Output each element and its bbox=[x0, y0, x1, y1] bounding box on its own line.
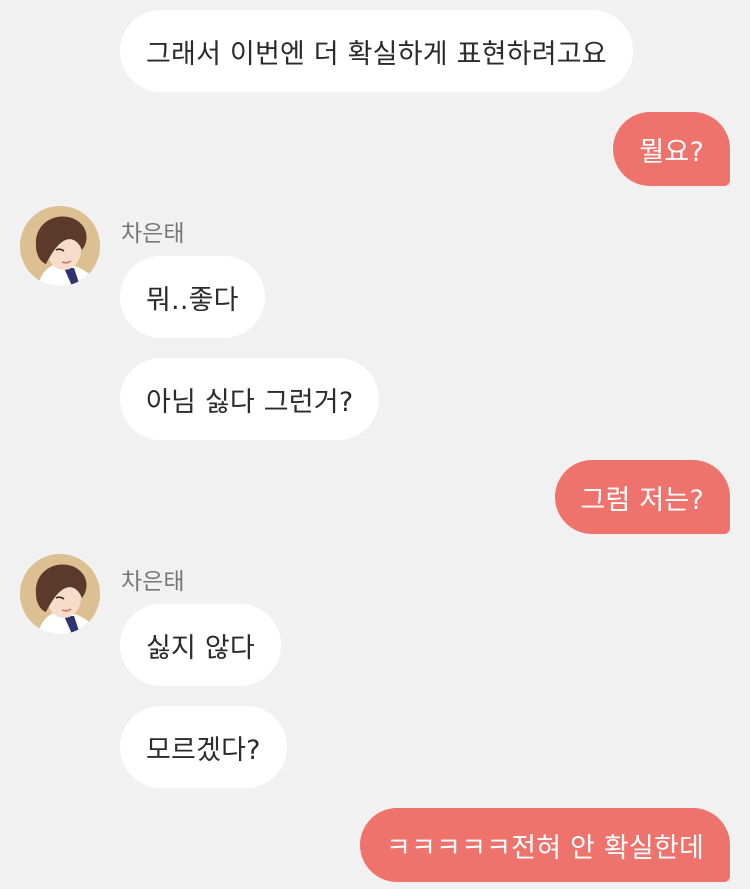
avatar[interactable] bbox=[20, 554, 100, 634]
message-bubble-sent: 뭘요? bbox=[613, 112, 730, 186]
message-bubble-received: 뭐..좋다 bbox=[120, 256, 265, 338]
message-bubble-received: 그래서 이번엔 더 확실하게 표현하려고요 bbox=[120, 10, 633, 92]
message-bubble-sent: ㅋㅋㅋㅋㅋ전혀 안 확실한데 bbox=[359, 808, 730, 882]
message-text: 아님 싫다 그런거? bbox=[146, 386, 354, 418]
avatar-illustration bbox=[20, 554, 100, 634]
message-text: 그럼 저는? bbox=[580, 484, 704, 516]
message-text: 뭐..좋다 bbox=[146, 284, 239, 316]
avatar-illustration bbox=[20, 206, 100, 286]
message-text: 뭘요? bbox=[639, 136, 704, 168]
message-bubble-sent: 그럼 저는? bbox=[554, 460, 730, 534]
sender-name: 차은태 bbox=[121, 221, 185, 247]
message-text: ㅋㅋㅋㅋㅋ전혀 안 확실한데 bbox=[385, 832, 704, 864]
message-text: 싫지 않다 bbox=[146, 632, 255, 664]
message-text: 그래서 이번엔 더 확실하게 표현하려고요 bbox=[146, 38, 607, 70]
message-text: 모르겠다? bbox=[146, 734, 261, 766]
message-bubble-received: 싫지 않다 bbox=[120, 604, 281, 686]
sender-name: 차은태 bbox=[121, 569, 185, 595]
message-bubble-received: 모르겠다? bbox=[120, 706, 287, 788]
avatar[interactable] bbox=[20, 206, 100, 286]
message-bubble-received: 아님 싫다 그런거? bbox=[120, 358, 380, 440]
